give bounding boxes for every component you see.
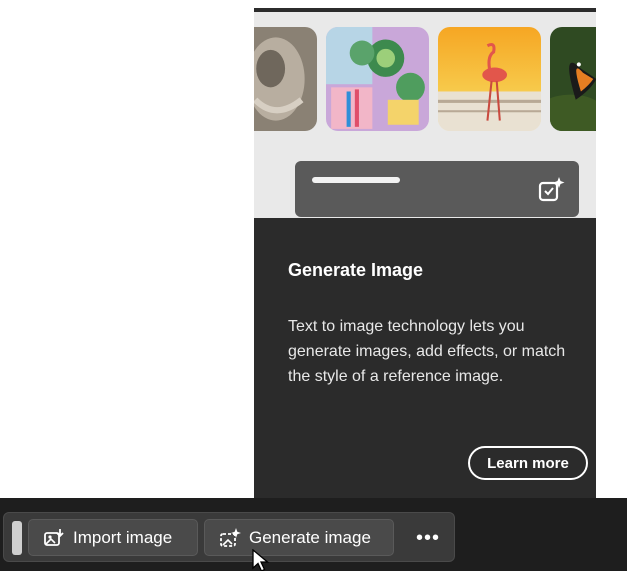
prompt-text-placeholder — [312, 177, 400, 183]
popover-title: Generate Image — [288, 260, 424, 280]
generate-image-popover: Generate Image Text to image technology … — [254, 0, 596, 504]
import-image-icon — [44, 528, 64, 546]
learn-more-button[interactable]: Learn more — [468, 446, 588, 480]
import-image-label: Import image — [73, 527, 173, 547]
popover-top-border — [254, 0, 596, 10]
generate-image-icon — [220, 527, 241, 547]
thumbnail-succulents — [326, 27, 429, 131]
thumbnail-lizard — [254, 27, 317, 131]
screen: Generate Image Text to image technology … — [0, 0, 627, 571]
prompt-input-preview — [295, 161, 579, 217]
thumbnail-flamingo — [438, 27, 541, 131]
prompt-sparkle-icon — [538, 177, 565, 202]
generate-image-button[interactable]: Generate image — [204, 519, 394, 556]
taskbar-drag-handle[interactable] — [12, 521, 22, 555]
popover-description: Text to image technology lets you genera… — [288, 318, 566, 385]
mouse-pointer-icon — [252, 549, 270, 571]
generate-image-label: Generate image — [249, 527, 371, 547]
preview-area — [254, 12, 596, 218]
import-image-button[interactable]: Import image — [28, 519, 198, 556]
thumbnail-butterfly — [550, 27, 596, 131]
thumbnail-strip — [254, 27, 596, 131]
more-options-button[interactable]: ••• — [406, 521, 450, 555]
contextual-taskbar: Import image Generate image ••• — [3, 512, 455, 562]
